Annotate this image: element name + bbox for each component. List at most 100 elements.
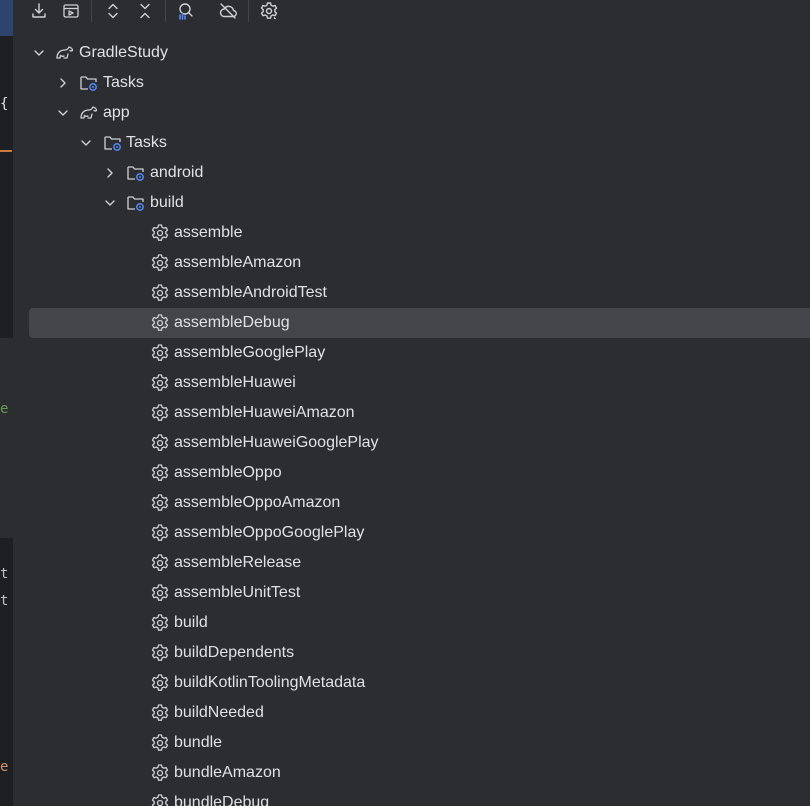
gradle-elephant-icon [56, 46, 74, 59]
task-row[interactable]: assembleHuaweiAmazon [13, 398, 810, 428]
toolbar-separator [91, 0, 92, 22]
collapse-all-icon[interactable] [132, 0, 158, 22]
toolbar-separator [248, 0, 249, 22]
tree-node-label: build [150, 194, 184, 211]
editor-text-fragment: e [0, 401, 9, 417]
task-row[interactable]: buildNeeded [13, 698, 810, 728]
gear-icon [151, 764, 169, 781]
offline-mode-icon[interactable] [215, 0, 241, 22]
gradle-panel: GradleStudy Tasks app Tasks android buil… [13, 0, 810, 806]
task-row[interactable]: build [13, 608, 810, 638]
toolbar-separator [165, 0, 166, 22]
tree-node-project-tasks[interactable]: Tasks [13, 68, 810, 98]
editor-tab-strip [0, 0, 13, 36]
selection-highlight [29, 308, 810, 338]
task-label: bundle [174, 734, 223, 751]
build-settings-icon[interactable] [256, 0, 282, 22]
analyze-dependencies-icon[interactable] [172, 0, 198, 22]
gradle-task-tree: GradleStudy Tasks app Tasks android buil… [13, 38, 810, 806]
task-folder-icon [104, 136, 121, 151]
download-icon[interactable] [26, 0, 52, 22]
task-row[interactable]: bundleDebug [13, 788, 810, 806]
task-row[interactable]: assembleRelease [13, 548, 810, 578]
task-label: assembleHuaweiAmazon [174, 404, 355, 421]
task-folder-icon [127, 196, 144, 211]
gradle-elephant-icon [80, 106, 98, 119]
chevron-down-icon[interactable] [57, 107, 69, 119]
task-row[interactable]: assembleOppoGooglePlay [13, 518, 810, 548]
run-config-icon[interactable] [58, 0, 84, 22]
task-row[interactable]: assembleOppo [13, 458, 810, 488]
task-row[interactable]: assembleHuawei [13, 368, 810, 398]
expand-all-icon[interactable] [100, 0, 126, 22]
tree-node-group-build[interactable]: build [13, 188, 810, 218]
task-folder-icon [127, 166, 144, 181]
task-label: assemble [174, 224, 243, 241]
gear-icon [151, 284, 169, 301]
task-row[interactable]: assemble [13, 218, 810, 248]
tree-node-label: Tasks [103, 74, 144, 91]
gradle-tool-window: { e t t e GradleStudy Tasks app Tasks an… [0, 0, 810, 806]
task-row[interactable]: buildKotlinToolingMetadata [13, 668, 810, 698]
tree-node-label: Tasks [126, 134, 167, 151]
gear-icon [151, 374, 169, 391]
tree-node-label: GradleStudy [79, 44, 168, 61]
task-label: bundleDebug [174, 794, 270, 806]
editor-text-fragment: t [0, 593, 9, 609]
tree-node-group-android[interactable]: android [13, 158, 810, 188]
task-row[interactable]: bundleAmazon [13, 758, 810, 788]
task-folder-icon [80, 76, 97, 91]
editor-text-fragment: e [0, 759, 9, 775]
task-label: buildNeeded [174, 704, 264, 721]
task-label: assembleAmazon [174, 254, 302, 271]
gear-icon [151, 614, 169, 631]
chevron-right-icon[interactable] [104, 167, 116, 179]
editor-gutter-strip: { e t t e [0, 0, 13, 806]
editor-highlight [0, 338, 13, 538]
editor-text-fragment: t [0, 566, 9, 582]
gear-icon [151, 794, 169, 806]
task-label: assembleRelease [174, 554, 302, 571]
task-row[interactable]: assembleUnitTest [13, 578, 810, 608]
gear-icon [151, 554, 169, 571]
gear-icon [151, 584, 169, 601]
chevron-down-icon[interactable] [80, 137, 92, 149]
gear-icon [151, 644, 169, 661]
task-row[interactable]: assembleHuaweiGooglePlay [13, 428, 810, 458]
tree-node-label: android [150, 164, 204, 181]
gear-icon [151, 434, 169, 451]
gear-icon [151, 224, 169, 241]
task-row[interactable]: assembleGooglePlay [13, 338, 810, 368]
task-label: assembleHuawei [174, 374, 296, 391]
task-label: assembleOppoGooglePlay [174, 524, 365, 541]
tree-node-module-app[interactable]: app [13, 98, 810, 128]
tree-node-module-tasks[interactable]: Tasks [13, 128, 810, 158]
task-label: assembleHuaweiGooglePlay [174, 434, 379, 451]
editor-text-fragment: { [0, 96, 9, 112]
task-label: assembleOppoAmazon [174, 494, 341, 511]
gear-icon [151, 314, 169, 331]
gear-icon [151, 464, 169, 481]
task-label: assembleDebug [174, 314, 290, 331]
task-row[interactable]: bundle [13, 728, 810, 758]
gear-icon [151, 734, 169, 751]
task-row[interactable]: assembleAndroidTest [13, 278, 810, 308]
tree-node-project[interactable]: GradleStudy [13, 38, 810, 68]
gear-icon [151, 404, 169, 421]
task-row[interactable]: assembleDebug [13, 308, 810, 338]
chevron-down-icon[interactable] [104, 197, 116, 209]
task-label: assembleUnitTest [174, 584, 301, 601]
editor-marker [0, 150, 12, 152]
task-row[interactable]: assembleAmazon [13, 248, 810, 278]
task-label: assembleAndroidTest [174, 284, 327, 301]
task-label: assembleOppo [174, 464, 282, 481]
task-label: bundleAmazon [174, 764, 281, 781]
gear-icon [151, 494, 169, 511]
task-label: build [174, 614, 208, 631]
task-label: buildDependents [174, 644, 295, 661]
chevron-down-icon[interactable] [33, 47, 45, 59]
task-row[interactable]: buildDependents [13, 638, 810, 668]
chevron-right-icon[interactable] [57, 77, 69, 89]
task-row[interactable]: assembleOppoAmazon [13, 488, 810, 518]
gear-icon [151, 524, 169, 541]
